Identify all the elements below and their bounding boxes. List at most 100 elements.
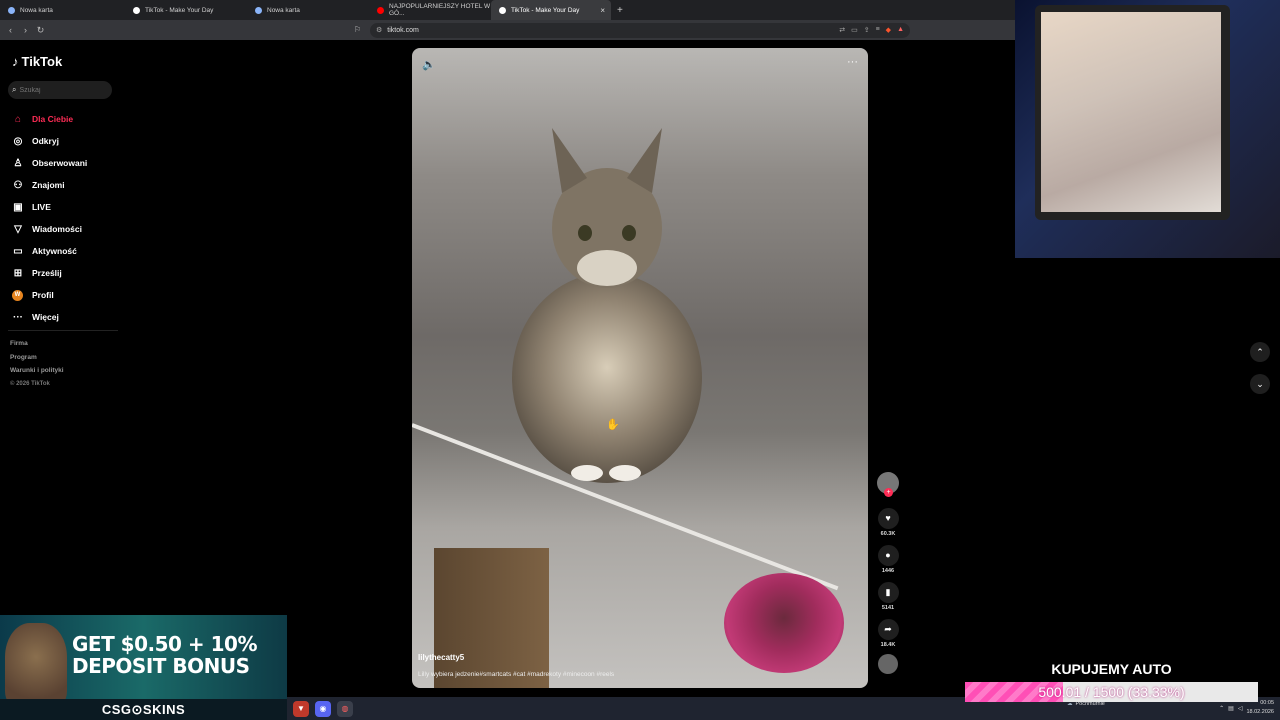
next-video-button[interactable]: ⌄ <box>1250 374 1270 394</box>
comment-count: 1446 <box>881 568 895 574</box>
share-count: 18.4K <box>880 642 896 648</box>
logo-text: TikTok <box>21 54 63 69</box>
bookmark-icon[interactable]: ▮ <box>877 582 899 603</box>
footer-link-company[interactable]: Firma <box>10 340 64 354</box>
browser-tab[interactable]: TikTok - Make Your Day <box>125 0 247 20</box>
ad-brand-name: CSG⊙SKINS <box>0 699 287 720</box>
comment-icon[interactable]: ● <box>877 545 899 566</box>
ad-mascot-image <box>5 623 67 708</box>
live-icon: ▣ <box>13 201 23 213</box>
close-tab-icon[interactable]: × <box>600 6 605 15</box>
like-count: 60.3K <box>880 531 896 537</box>
more-options-icon[interactable]: ··· <box>847 56 858 68</box>
sidebar-item-profile[interactable]: W Profil <box>12 284 87 306</box>
reload-icon[interactable]: ↻ <box>33 25 48 36</box>
activity-icon: ▭ <box>13 245 23 257</box>
browser-tab-active[interactable]: TikTok - Make Your Day × <box>491 0 611 20</box>
sidebar-footer: Firma Program Warunki i polityki © 2026 … <box>10 340 64 394</box>
sidebar-item-more[interactable]: ··· Więcej <box>12 306 87 328</box>
video-caption: Lilly wybiera jedzenie#smartcats #cat #m… <box>418 671 615 678</box>
chevron-up-icon: ⌃ <box>1256 346 1264 357</box>
video-author[interactable]: lilythecatty5 <box>418 653 464 662</box>
tiktok-note-icon: ♪ <box>12 54 19 69</box>
upload-icon: ⊞ <box>13 267 23 279</box>
bookmark-icon[interactable]: ⚐ <box>354 25 361 34</box>
profile-avatar: W <box>12 289 23 301</box>
share-arrow-icon[interactable]: ➦ <box>877 619 899 640</box>
translate-icon[interactable]: ⇄ <box>839 26 845 34</box>
url-field[interactable]: ⚙ tiktok.com ⇄ ▭ ⇪ ≡ ◆ ▲ <box>370 22 910 38</box>
site-info-icon[interactable]: ⚙ <box>376 26 382 34</box>
sidebar-item-label: LIVE <box>32 202 51 212</box>
search-box[interactable]: ⌕ <box>8 81 112 99</box>
sidebar-item-label: Odkryj <box>32 136 59 146</box>
sidebar-item-label: Prześlij <box>32 268 62 278</box>
footer-link-terms[interactable]: Warunki i polityki <box>10 367 64 381</box>
stream-goal-title: KUPUJEMY AUTO <box>1051 661 1172 677</box>
video-scene-box <box>434 548 549 688</box>
sidebar-item-explore[interactable]: ◎ Odkryj <box>12 130 87 152</box>
brave-shield-icon[interactable]: ◆ <box>886 26 891 34</box>
obs-icon[interactable]: ◍ <box>337 700 353 717</box>
forward-icon[interactable]: › <box>18 25 33 35</box>
sidebar-item-following[interactable]: ♙ Obserwowani <box>12 152 88 174</box>
sponsor-ad-banner[interactable]: GET $0.50 + 10% DEPOSIT BONUS CSG⊙SKINS <box>0 615 287 720</box>
video-player[interactable]: 🔈 ··· lilythecatty5 Lilly wybiera jedzen… <box>412 48 868 688</box>
mouse-cursor-icon: ✋ <box>606 419 620 431</box>
search-icon: ⌕ <box>12 85 17 94</box>
new-tab-favicon-icon <box>255 6 262 14</box>
sidebar-item-label: Wiadomości <box>32 224 82 234</box>
creator-avatar[interactable]: + <box>877 472 899 497</box>
ad-headline: GET $0.50 + 10% DEPOSIT BONUS <box>72 633 258 677</box>
sidebar-item-label: Znajomi <box>32 180 65 190</box>
sidebar-item-upload[interactable]: ⊞ Prześlij <box>12 262 87 284</box>
new-tab-favicon-icon <box>8 6 15 14</box>
browser-tab[interactable]: Nowa karta <box>0 0 125 20</box>
video-scene-cat <box>512 128 702 483</box>
sidebar-item-live[interactable]: ▣ LIVE <box>12 196 87 218</box>
tab-label: Nowa karta <box>20 6 53 14</box>
menu-icon[interactable]: ≡ <box>876 26 880 34</box>
tiktok-favicon-icon <box>133 6 140 14</box>
brave-browser-icon[interactable]: ▼ <box>293 700 309 717</box>
back-icon[interactable]: ‹ <box>3 25 18 35</box>
volume-icon[interactable]: 🔈 <box>422 58 436 71</box>
sidebar-item-label: Więcej <box>32 312 59 322</box>
volume-tray-icon[interactable]: ◁ <box>1238 705 1243 712</box>
sidebar-item-for-you[interactable]: ⌂ Dla Ciebie <box>12 108 87 130</box>
chevron-down-icon: ⌄ <box>1256 378 1264 389</box>
sidebar-item-label: Obserwowani <box>32 158 88 168</box>
sidebar-item-messages[interactable]: ▽ Wiadomości <box>12 218 87 240</box>
follow-plus-icon[interactable]: + <box>884 488 893 497</box>
save-count: 5141 <box>881 605 895 611</box>
stream-goal-text: 500.01 / 1500 (33.33%) <box>1038 684 1185 700</box>
search-input[interactable] <box>19 86 100 94</box>
like-action: ♥ 60.3K <box>875 508 901 537</box>
share-icon[interactable]: ⇪ <box>864 26 870 34</box>
youtube-favicon-icon <box>377 6 384 14</box>
friends-icon: ⚇ <box>13 179 23 191</box>
tray-chevron-icon[interactable]: ⌃ <box>1219 705 1224 712</box>
tiktok-favicon-icon <box>499 6 506 14</box>
tiktok-logo[interactable]: ♪ TikTok <box>12 54 62 69</box>
tiktok-sidebar: ♪ TikTok ⌕ ⌂ Dla Ciebie ◎ Odkryj ♙ Obser… <box>0 40 125 620</box>
new-tab-button[interactable]: + <box>617 5 623 16</box>
sidebar-item-friends[interactable]: ⚇ Znajomi <box>12 174 87 196</box>
screen-icon[interactable]: ▭ <box>851 26 858 34</box>
compass-icon: ◎ <box>13 135 23 147</box>
tab-label: TikTok - Make Your Day <box>511 6 580 14</box>
browser-tab[interactable]: Nowa karta <box>247 0 369 20</box>
video-scene-bowl <box>724 573 844 673</box>
browser-tab[interactable]: NAJPOPULARNIEJSZY HOTEL W GÓ... <box>369 0 491 20</box>
discord-icon[interactable]: ◉ <box>315 700 331 717</box>
previous-video-button[interactable]: ⌃ <box>1250 342 1270 362</box>
more-icon: ··· <box>13 311 23 323</box>
phone-screen-image <box>1041 12 1221 212</box>
heart-icon[interactable]: ♥ <box>877 508 899 529</box>
network-icon[interactable]: ▤ <box>1228 705 1234 712</box>
sidebar-item-activity[interactable]: ▭ Aktywność <box>12 240 87 262</box>
footer-link-program[interactable]: Program <box>10 354 64 368</box>
music-disc-avatar[interactable] <box>878 654 898 674</box>
brave-rewards-icon[interactable]: ▲ <box>897 26 904 34</box>
browser-address-bar: ‹ › ↻ ⚐ ⚙ tiktok.com ⇄ ▭ ⇪ ≡ ◆ ▲ <box>0 20 1015 40</box>
